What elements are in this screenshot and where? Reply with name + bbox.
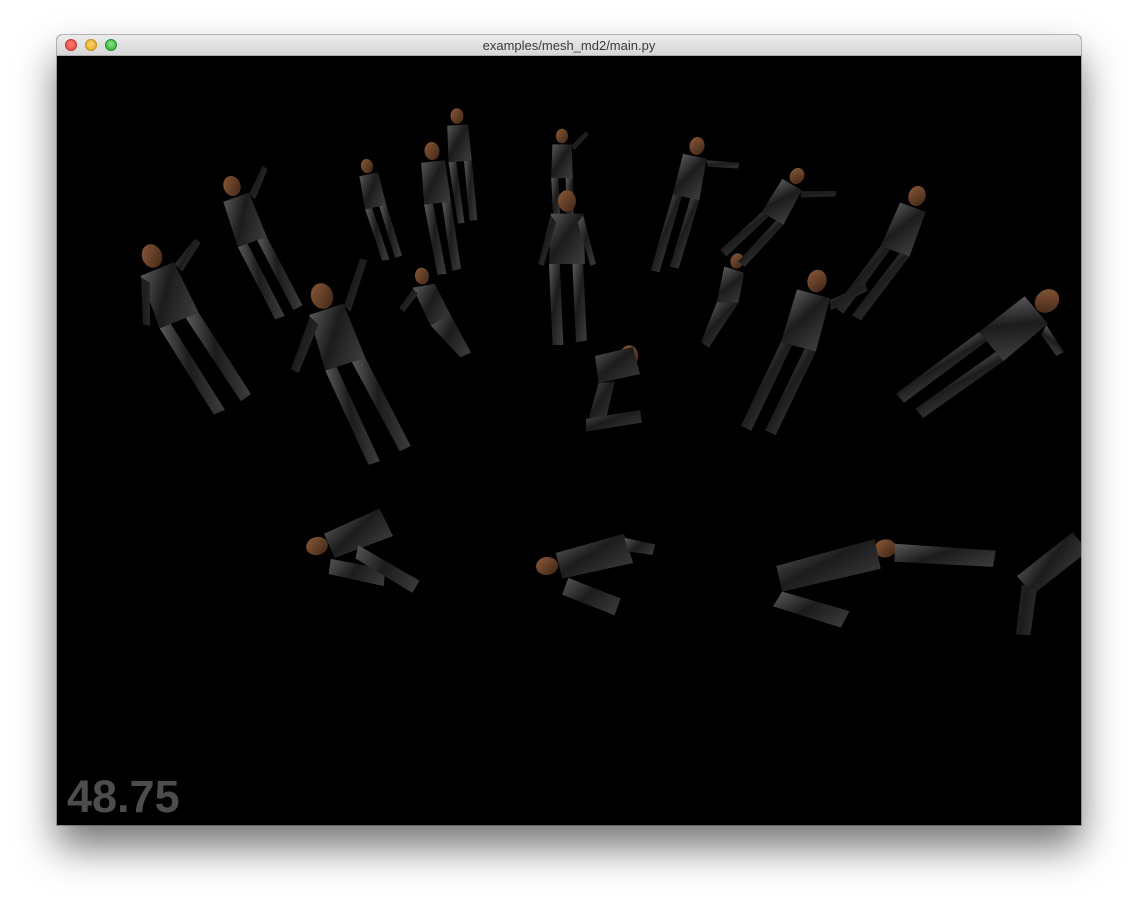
window-title: examples/mesh_md2/main.py: [482, 38, 656, 53]
md2-model: [896, 289, 1064, 418]
md2-model: [359, 158, 402, 261]
md2-model-scene: [140, 108, 1081, 636]
md2-model: [306, 508, 420, 593]
desktop-background: examples/mesh_md2/main.py 48.75: [0, 0, 1138, 904]
md2-model: [650, 137, 740, 273]
md2-model: [223, 165, 303, 320]
md2-model: [399, 267, 472, 358]
md2-model: [586, 345, 642, 432]
md2-model: [1016, 532, 1081, 636]
title-bar[interactable]: examples/mesh_md2/main.py: [57, 35, 1081, 56]
md2-model: [140, 238, 251, 415]
md2-model: [536, 533, 656, 616]
md2-model: [551, 128, 589, 226]
md2-model: [773, 539, 996, 628]
app-window: examples/mesh_md2/main.py 48.75: [57, 35, 1081, 825]
fps-counter: 48.75: [67, 771, 180, 822]
render-viewport[interactable]: 48.75: [57, 56, 1081, 825]
md2-model: [834, 185, 926, 321]
